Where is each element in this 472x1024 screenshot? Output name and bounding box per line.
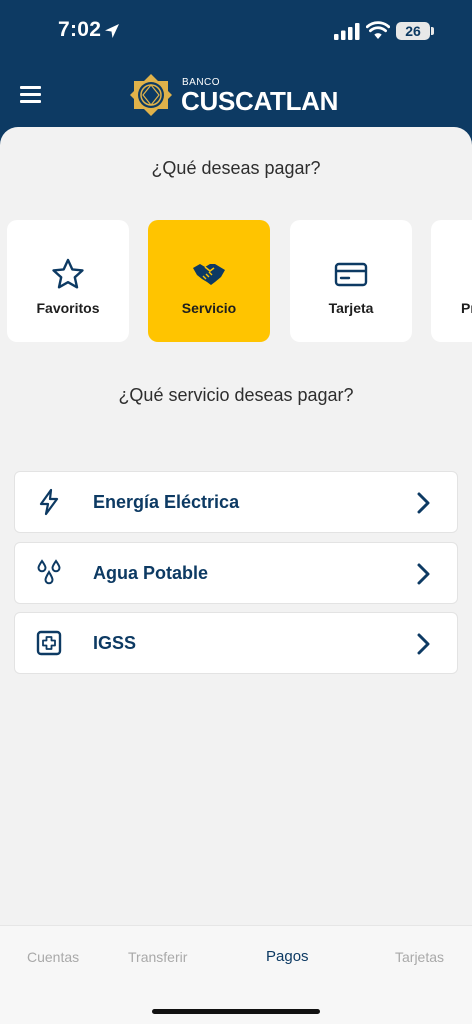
- category-label: Favoritos: [36, 300, 100, 316]
- wifi-icon: [366, 21, 390, 39]
- chevron-right-icon: [417, 492, 430, 514]
- medical-cross-icon: [36, 630, 62, 656]
- service-item-agua[interactable]: Agua Potable: [14, 542, 458, 604]
- payment-category-carousel[interactable]: Favoritos Servicio Tarjeta Pr: [0, 220, 472, 344]
- hamburger-menu-icon[interactable]: [20, 86, 42, 104]
- category-label: Tarjeta: [328, 300, 374, 316]
- category-card-servicio[interactable]: Servicio: [148, 220, 270, 342]
- water-drops-icon: [37, 559, 61, 585]
- status-time: 7:02: [58, 18, 102, 41]
- category-card-partial[interactable]: Pr: [431, 220, 472, 342]
- battery-indicator: 26: [396, 22, 430, 40]
- service-item-igss[interactable]: IGSS: [14, 612, 458, 674]
- service-label: Agua Potable: [93, 563, 209, 583]
- logo-emblem-icon: [130, 74, 172, 116]
- category-label: Servicio: [181, 300, 237, 316]
- star-icon: [52, 258, 84, 289]
- tab-transferir[interactable]: Transferir: [128, 949, 187, 965]
- service-label: Energía Eléctrica: [93, 492, 240, 512]
- bank-logo: BANCO CUSCATLAN: [129, 71, 349, 121]
- handshake-icon: [193, 264, 225, 285]
- category-card-tarjeta[interactable]: Tarjeta: [290, 220, 412, 342]
- cellular-signal-icon: [334, 23, 360, 40]
- home-indicator[interactable]: [152, 1009, 320, 1014]
- category-card-favoritos[interactable]: Favoritos: [7, 220, 129, 342]
- tab-tarjetas[interactable]: Tarjetas: [395, 949, 444, 965]
- lightning-icon: [39, 488, 59, 516]
- service-label: IGSS: [93, 633, 137, 653]
- location-arrow-icon: [105, 24, 119, 38]
- tab-pagos[interactable]: Pagos: [266, 948, 309, 965]
- payment-question: ¿Qué deseas pagar?: [151, 158, 321, 178]
- status-bar: 7:02 26: [0, 0, 472, 62]
- tab-cuentas[interactable]: Cuentas: [27, 949, 79, 965]
- battery-tip: [431, 27, 434, 35]
- chevron-right-icon: [417, 633, 430, 655]
- category-label: Pr: [461, 300, 472, 316]
- service-question: ¿Qué servicio deseas pagar?: [118, 385, 354, 405]
- logo-bank-name: CUSCATLAN: [181, 86, 339, 116]
- chevron-right-icon: [417, 563, 430, 585]
- service-item-energia[interactable]: Energía Eléctrica: [14, 471, 458, 533]
- credit-card-icon: [334, 262, 368, 287]
